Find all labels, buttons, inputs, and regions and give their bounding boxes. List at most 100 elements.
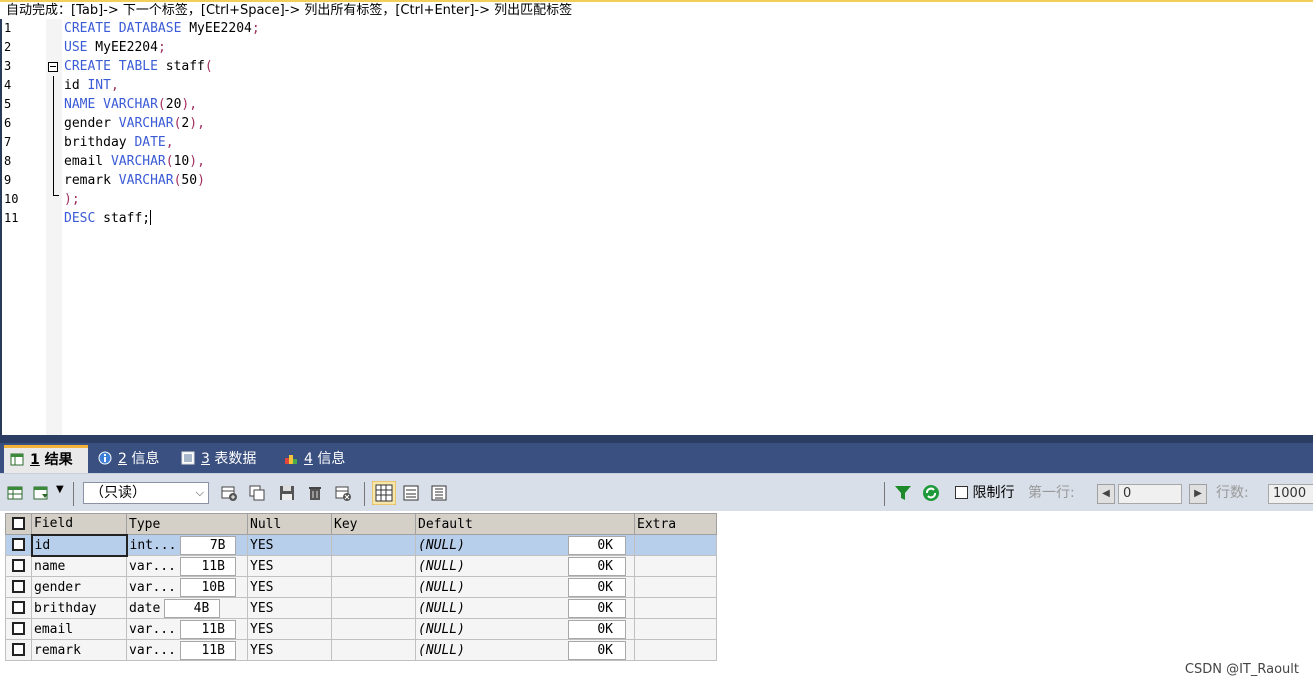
default-size: 0K (568, 577, 626, 597)
cell-null[interactable]: YES (247, 576, 332, 598)
cell-type[interactable]: var... 11B (126, 555, 248, 577)
export-icon[interactable] (32, 484, 50, 502)
cell-type[interactable]: date 4B (126, 597, 248, 619)
cell-default[interactable]: (NULL) 0K (415, 555, 635, 577)
cell-null[interactable]: YES (247, 639, 332, 661)
save-icon[interactable] (278, 484, 296, 502)
delete-icon[interactable] (306, 484, 324, 502)
code-line[interactable]: 5 NAME VARCHAR(20), (2, 95, 1302, 114)
cell-key[interactable] (331, 618, 416, 640)
code-line[interactable]: 9 remark VARCHAR(50) (2, 171, 1302, 190)
code-line[interactable]: 11 DESC staff; (2, 209, 1302, 228)
cell-extra[interactable] (634, 618, 717, 640)
cell-default[interactable]: (NULL) 0K (415, 618, 635, 640)
column-header-type[interactable]: Type (126, 513, 248, 535)
form-mode-icon[interactable] (402, 484, 420, 502)
cell-key[interactable] (331, 639, 416, 661)
grid-mode-icon[interactable] (372, 481, 396, 505)
code-line[interactable]: 1 CREATE DATABASE MyEE2204; (2, 19, 1302, 38)
row-checkbox[interactable] (5, 639, 32, 661)
cell-default[interactable]: (NULL) 0K (415, 597, 635, 619)
cell-field[interactable]: email (31, 618, 127, 640)
watermark: CSDN @IT_Raoult (1184, 662, 1299, 677)
cell-field[interactable]: brithday (31, 597, 127, 619)
cell-extra[interactable] (634, 639, 717, 661)
cell-null[interactable]: YES (247, 597, 332, 619)
cell-extra[interactable] (634, 597, 717, 619)
table-row[interactable]: brithday date 4B YES (NULL) 0K (5, 597, 717, 619)
row-checkbox[interactable] (5, 618, 32, 640)
column-header-default[interactable]: Default (415, 513, 635, 535)
row-checkbox[interactable] (5, 534, 32, 556)
table-row[interactable]: id int... 7B YES (NULL) 0K (5, 533, 717, 557)
first-row-input[interactable]: 0 (1118, 484, 1182, 504)
tab-result[interactable]: 1 结果 (4, 445, 88, 473)
column-header-null[interactable]: Null (247, 513, 332, 535)
cell-null[interactable]: YES (247, 555, 332, 577)
text-mode-icon[interactable] (430, 484, 448, 502)
limit-rows-checkbox[interactable] (955, 486, 968, 499)
cell-field[interactable]: name (31, 555, 127, 577)
code-token: ; (157, 40, 166, 55)
cell-default[interactable]: (NULL) 0K (415, 576, 635, 598)
column-header-field[interactable]: Field (31, 513, 127, 535)
sql-keyword: DATE (134, 135, 166, 150)
duplicate-row-icon[interactable] (248, 484, 266, 502)
cell-type[interactable]: var... 11B (126, 618, 248, 640)
filter-icon[interactable] (894, 484, 912, 502)
column-header-key[interactable]: Key (331, 513, 416, 535)
cell-null[interactable]: YES (247, 618, 332, 640)
cell-type[interactable]: var... 11B (126, 639, 248, 661)
add-row-icon[interactable] (220, 484, 238, 502)
code-line[interactable]: 8 email VARCHAR(10), (2, 152, 1302, 171)
select-all-checkbox[interactable] (5, 513, 32, 535)
cell-key[interactable] (331, 597, 416, 619)
tab-messages[interactable]: 2 信息 (92, 445, 172, 473)
cell-field[interactable]: gender (31, 576, 127, 598)
cell-extra[interactable] (634, 534, 717, 556)
cell-field[interactable]: remark (31, 639, 127, 661)
cancel-changes-icon[interactable] (334, 484, 352, 502)
cell-type[interactable]: int... 7B (126, 534, 248, 556)
tab-table-data[interactable]: 3 表数据 (175, 445, 271, 473)
cell-null[interactable]: YES (247, 534, 332, 556)
table-row[interactable]: email var... 11B YES (NULL) 0K (5, 618, 717, 640)
code-line[interactable]: 4 id INT, (2, 76, 1302, 95)
cell-type[interactable]: var... 10B (126, 576, 248, 598)
code-line[interactable]: 3 CREATE TABLE staff( (2, 57, 1302, 76)
code-line[interactable]: 7 brithday DATE, (2, 133, 1302, 152)
code-token: ( (204, 59, 213, 74)
export-dropdown-arrow-icon[interactable]: ▼ (56, 484, 64, 495)
table-row[interactable]: name var... 11B YES (NULL) 0K (5, 555, 717, 577)
tab-info[interactable]: 4 信息 (278, 445, 358, 473)
cell-extra[interactable] (634, 576, 717, 598)
mode-select[interactable]: （只读） ⌵ (83, 482, 209, 504)
fold-collapse-icon[interactable] (48, 62, 58, 72)
cell-field[interactable]: id (30, 533, 128, 557)
cell-key[interactable] (331, 576, 416, 598)
sql-editor[interactable]: 1 CREATE DATABASE MyEE2204; 2 USE MyEE2204;… (0, 19, 1313, 435)
table-row[interactable]: gender var... 10B YES (NULL) 0K (5, 576, 717, 598)
prev-page-button[interactable]: ◀ (1097, 484, 1115, 504)
pane-splitter[interactable] (0, 435, 1313, 443)
table-row[interactable]: remark var... 11B YES (NULL) 0K (5, 639, 717, 661)
cell-key[interactable] (331, 534, 416, 556)
cell-default[interactable]: (NULL) 0K (415, 639, 635, 661)
row-checkbox[interactable] (5, 576, 32, 598)
code-line[interactable]: 2 USE MyEE2204; (2, 38, 1302, 57)
row-checkbox[interactable] (5, 597, 32, 619)
refresh-icon[interactable] (922, 484, 940, 502)
cell-extra[interactable] (634, 555, 717, 577)
next-page-button[interactable]: ▶ (1189, 484, 1207, 504)
code-token: remark (64, 173, 119, 188)
row-checkbox[interactable] (5, 555, 32, 577)
cell-default[interactable]: (NULL) 0K (415, 534, 635, 556)
code-line[interactable]: 6 gender VARCHAR(2), (2, 114, 1302, 133)
limit-rows-toggle[interactable]: 限制行 (955, 484, 1014, 502)
sql-keyword: VARCHAR (118, 173, 174, 188)
grid-view-icon[interactable] (6, 484, 24, 502)
code-line[interactable]: 10); (2, 190, 1302, 209)
cell-key[interactable] (331, 555, 416, 577)
row-count-input[interactable]: 1000 (1268, 484, 1313, 504)
column-header-extra[interactable]: Extra (634, 513, 717, 535)
